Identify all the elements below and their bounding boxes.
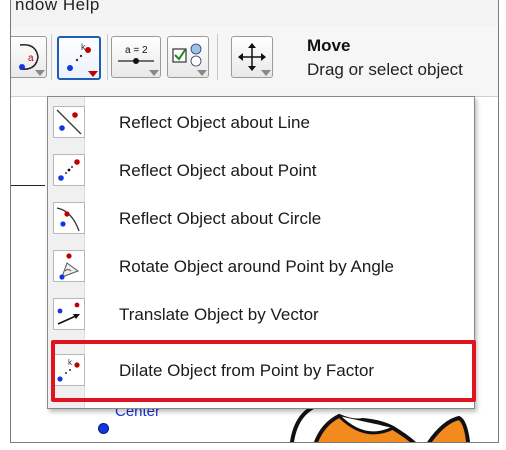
dilate-tool-button[interactable]: k [57, 36, 101, 80]
menu-item-label: Reflect Object about Circle [119, 209, 322, 228]
reflect-line-icon [53, 106, 85, 138]
menu-item-reflect-line[interactable]: Reflect Object about Line [48, 99, 474, 147]
tool-title: Move [307, 36, 351, 55]
center-point[interactable] [98, 423, 109, 434]
reflect-circle-icon [53, 202, 85, 234]
menu-item-reflect-circle[interactable]: Reflect Object about Circle [48, 195, 474, 243]
line-object[interactable] [11, 185, 45, 186]
circle-tool-button[interactable]: a [11, 36, 47, 78]
move-graphics-button[interactable] [231, 36, 273, 78]
slider-tool-button[interactable]: a = 2 [111, 36, 161, 78]
reflect-point-icon [53, 154, 85, 186]
menu-bar: ndow Help [11, 0, 498, 26]
menu-item-rotate[interactable]: Rotate Object around Point by Angle [48, 243, 474, 291]
toolbar: a k a = 2 Move Drag or select object [11, 26, 498, 97]
menu-item-reflect-point[interactable]: Reflect Object about Point [48, 147, 474, 195]
menu-item-translate[interactable]: Translate Object by Vector [48, 291, 474, 339]
menu-item-label: Translate Object by Vector [119, 305, 319, 324]
highlight-box [51, 340, 476, 402]
menu-item-label: Reflect Object about Point [119, 161, 317, 180]
menu-item-label: Reflect Object about Line [119, 113, 310, 132]
slider-tool-label: a = 2 [125, 45, 148, 56]
menu-item-label: Rotate Object around Point by Angle [119, 257, 395, 276]
translate-icon [53, 298, 85, 330]
svg-text:a: a [28, 53, 34, 64]
menu-bar-text[interactable]: ndow Help [15, 0, 100, 15]
checkbox-tool-button[interactable] [167, 36, 209, 78]
geogebra-window: ndow Help a k a = 2 Move Drag or select … [10, 0, 499, 443]
rotate-icon [53, 250, 85, 282]
tool-description: Drag or select object [307, 60, 463, 79]
